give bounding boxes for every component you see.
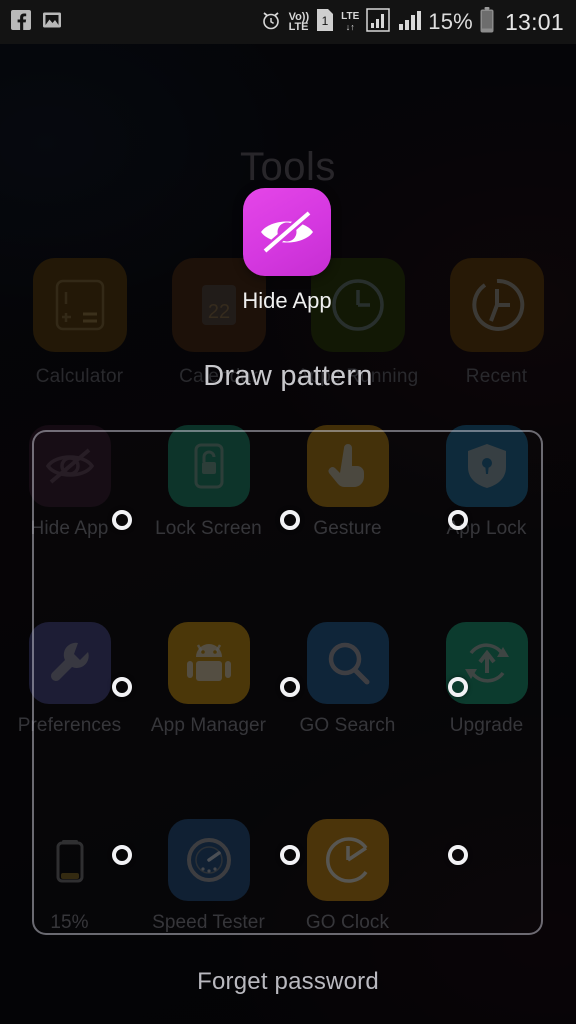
facebook-icon (10, 9, 32, 36)
pattern-lock-overlay: Draw pattern Forget password (0, 0, 576, 1024)
gallery-icon (41, 9, 63, 36)
pattern-dot-2[interactable] (280, 510, 300, 530)
pattern-dot-4[interactable] (112, 677, 132, 697)
volte-indicator: Vo)) LTE (288, 11, 310, 33)
pattern-grid[interactable] (32, 430, 543, 935)
sim-card-icon: 1 (316, 8, 334, 37)
svg-text:1: 1 (322, 14, 329, 28)
pattern-dot-5[interactable] (280, 677, 300, 697)
battery-icon (480, 6, 494, 38)
lte-data-icon: LTE ↓↑ (341, 11, 360, 33)
pattern-dot-8[interactable] (280, 845, 300, 865)
pattern-dot-7[interactable] (112, 845, 132, 865)
pattern-dot-9[interactable] (448, 845, 468, 865)
pattern-dot-6[interactable] (448, 677, 468, 697)
clock-label: 13:01 (504, 8, 564, 35)
pattern-dot-1[interactable] (112, 510, 132, 530)
battery-percent-label: 15% (428, 9, 473, 34)
status-bar-notifications (10, 9, 63, 36)
pattern-dot-3[interactable] (448, 510, 468, 530)
alarm-icon (260, 9, 282, 36)
status-bar: Vo)) LTE 1 LTE ↓↑ 15% 13:01 (0, 0, 576, 44)
forget-password-link[interactable]: Forget password (0, 968, 576, 996)
signal-bars-icon (366, 7, 391, 37)
signal-bars-icon (397, 9, 422, 36)
status-bar-indicators: Vo)) LTE 1 LTE ↓↑ 15% 13:01 (260, 6, 564, 38)
draw-pattern-prompt: Draw pattern (203, 360, 373, 392)
